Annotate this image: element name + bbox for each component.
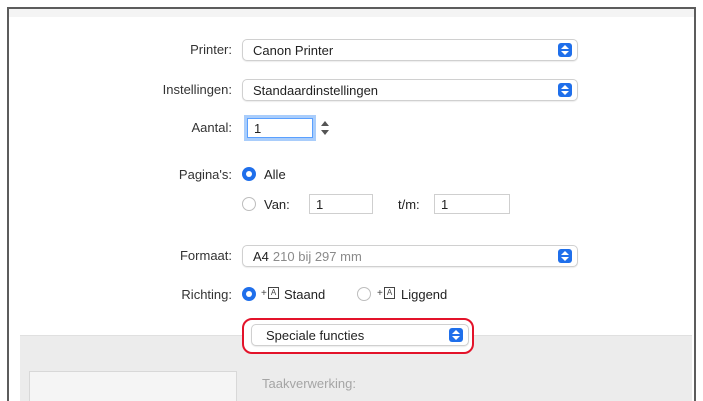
panel-select[interactable]: Speciale functies (251, 324, 469, 346)
paginas-van-input[interactable]: 1 (309, 194, 373, 214)
paginas-tm-input[interactable]: 1 (434, 194, 510, 214)
panel-select-value: Speciale functies (266, 328, 365, 343)
formaat-select-value: A4 210 bij 297 mm (253, 249, 362, 264)
instellingen-select-value: Standaardinstellingen (253, 83, 379, 98)
popup-chevrons-icon (558, 249, 572, 263)
paginas-tm-value: 1 (441, 197, 449, 212)
printer-select-value: Canon Printer (253, 43, 334, 58)
preview-thumbnail (29, 371, 237, 401)
aantal-value: 1 (254, 121, 262, 136)
richting-staand-radio[interactable] (242, 287, 256, 301)
printer-select[interactable]: Canon Printer (242, 39, 578, 61)
aantal-stepper[interactable] (320, 118, 331, 138)
formaat-size: A4 (253, 249, 269, 264)
formaat-label: Formaat: (179, 248, 232, 263)
paginas-van-radio[interactable] (242, 197, 256, 211)
landscape-orientation-icon: A (384, 287, 395, 299)
aantal-input[interactable]: 1 (247, 118, 313, 138)
printer-label: Printer: (190, 42, 232, 57)
portrait-arrow-icon: + (261, 288, 267, 299)
formaat-select[interactable]: A4 210 bij 297 mm (242, 245, 578, 267)
popup-chevrons-icon (449, 328, 463, 342)
paginas-alle-radio[interactable] (242, 167, 256, 181)
paginas-alle-label: Alle (264, 167, 286, 182)
landscape-arrow-icon: + (377, 288, 383, 299)
instellingen-label: Instellingen: (162, 82, 232, 97)
stepper-down-icon (321, 130, 329, 135)
portrait-orientation-icon: A (268, 287, 279, 299)
instellingen-select[interactable]: Standaardinstellingen (242, 79, 578, 101)
paginas-van-value: 1 (316, 197, 324, 212)
aantal-label: Aantal: (191, 120, 232, 135)
formaat-detail: 210 bij 297 mm (272, 249, 362, 264)
paginas-label: Pagina's: (178, 167, 232, 182)
richting-liggend-label: Liggend (401, 287, 448, 302)
dialog-top-edge (9, 9, 694, 17)
paginas-tm-label: t/m: (398, 197, 420, 212)
popup-chevrons-icon (558, 83, 572, 97)
stepper-up-icon (321, 121, 329, 126)
paginas-van-label: Van: (264, 197, 290, 212)
popup-chevrons-icon (558, 43, 572, 57)
richting-label: Richting: (181, 287, 232, 302)
richting-staand-label: Staand (284, 287, 326, 302)
richting-liggend-radio[interactable] (357, 287, 371, 301)
taakverwerking-label: Taakverwerking: (262, 376, 356, 391)
